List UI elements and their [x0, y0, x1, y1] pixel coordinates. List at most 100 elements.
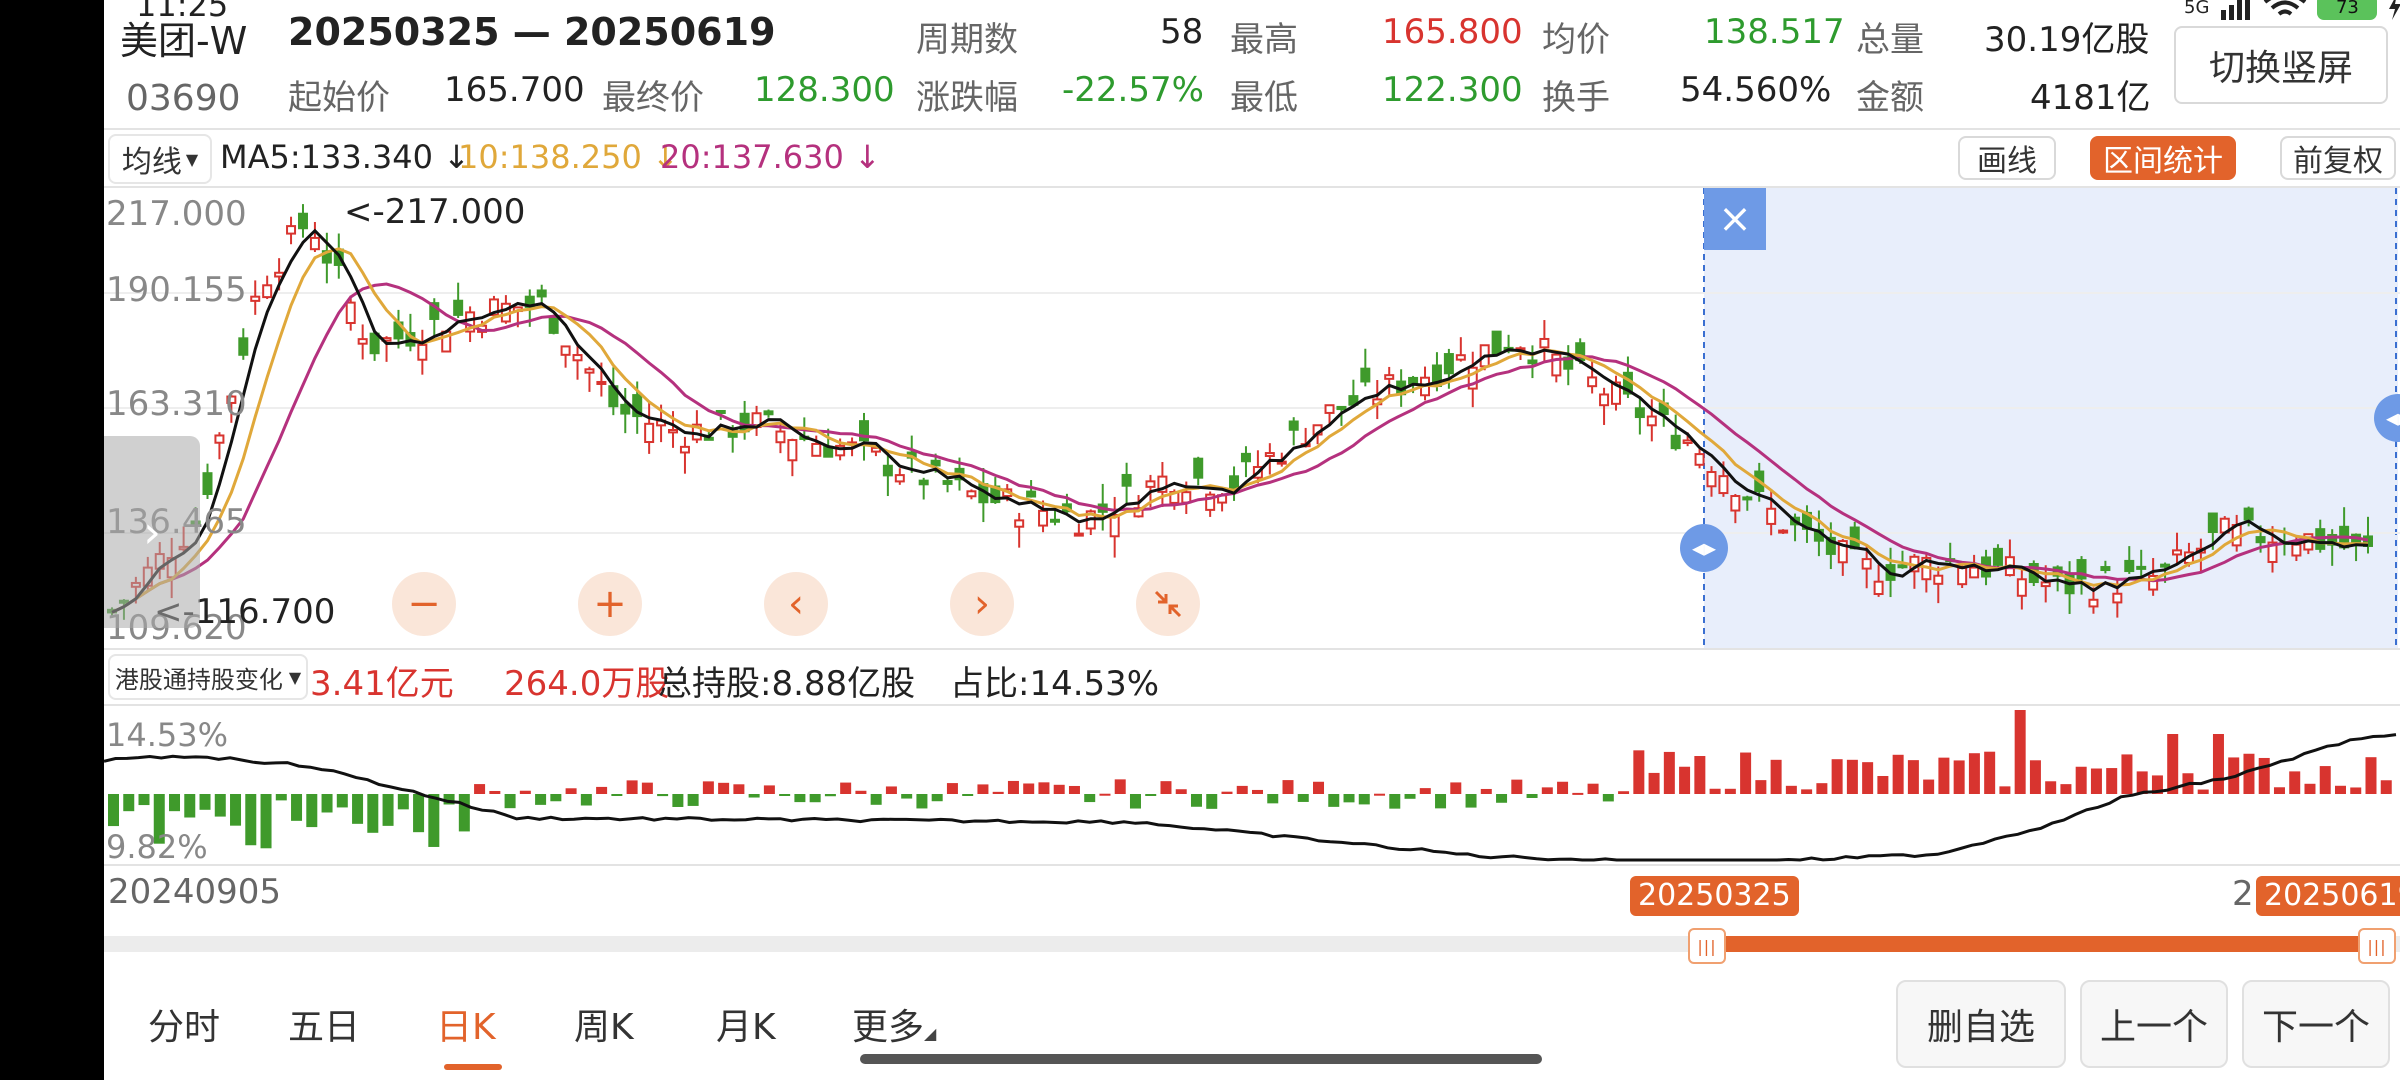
- holding-change-bar: [1511, 779, 1523, 794]
- candle-body: [297, 212, 308, 230]
- candle-body: [2016, 578, 2027, 597]
- tab-weekly-k[interactable]: 周K: [574, 998, 634, 1050]
- candle-body: [2088, 598, 2099, 608]
- tab-intraday[interactable]: 分时: [148, 998, 220, 1050]
- holding-change-bar: [1160, 781, 1172, 794]
- switch-portrait-button[interactable]: 切换竖屏: [2174, 26, 2388, 104]
- holding-change-bar: [1419, 788, 1431, 794]
- candle-body: [453, 299, 464, 316]
- zoom-in-button[interactable]: +: [578, 572, 642, 636]
- chevron-right-icon: ›: [974, 581, 990, 627]
- holding-change-bar: [169, 794, 181, 812]
- ma5-text: MA5:133.340: [220, 138, 433, 176]
- holding-change-bar: [2319, 766, 2331, 794]
- holding-change-bar: [1099, 793, 1111, 796]
- next-stock-button[interactable]: 下一个: [2242, 980, 2390, 1068]
- timeline-handle-right[interactable]: |||: [2358, 928, 2396, 964]
- candle-body: [572, 354, 583, 362]
- candle-body: [966, 490, 977, 498]
- shrink-button[interactable]: [1136, 572, 1200, 636]
- candle-body: [620, 403, 631, 415]
- hk-connect-selector[interactable]: 港股通持股变化 ▼: [108, 654, 308, 700]
- candle-body: [1014, 519, 1025, 528]
- high-label: 最高: [1230, 20, 1298, 60]
- candle-body: [775, 430, 786, 444]
- close-selection-button[interactable]: ×: [1704, 188, 1766, 250]
- hk-total: 总持股:8.88亿股: [658, 664, 916, 704]
- candle-body: [357, 338, 368, 345]
- tab-daily-k[interactable]: 日K: [436, 998, 496, 1050]
- candle-body: [1324, 404, 1335, 414]
- expand-side-panel[interactable]: ›: [104, 436, 200, 628]
- tab-more[interactable]: 更多◢: [852, 998, 936, 1050]
- end-price-value: 128.300: [754, 70, 895, 110]
- holding-change-bar: [2365, 757, 2377, 794]
- volume-label: 总量: [1856, 20, 1924, 60]
- candle-body: [1073, 532, 1084, 537]
- holding-change-bar: [1480, 788, 1492, 794]
- start-price-label: 起始价: [288, 78, 390, 118]
- holding-change-bar: [931, 794, 943, 802]
- status-icons: 5G 73: [2184, 0, 2400, 20]
- holding-change-bar: [230, 794, 242, 826]
- holding-change-bar: [2380, 780, 2392, 794]
- kline-chart[interactable]: 217.000 190.155 163.310 136.465 109.620 …: [104, 186, 2400, 650]
- grip-icon: |||: [2367, 936, 2387, 956]
- candle-body: [1145, 480, 1156, 488]
- candle-body: [1861, 558, 1872, 570]
- timeline-handle-left[interactable]: |||: [1688, 928, 1726, 964]
- holding-change-bar: [397, 794, 409, 810]
- candle-body: [369, 332, 380, 355]
- candle-body: [1969, 566, 1980, 579]
- previous-stock-button[interactable]: 上一个: [2080, 980, 2228, 1068]
- battery-level: 73: [2335, 0, 2359, 18]
- holding-change-bar: [382, 794, 394, 826]
- holding-change-bar: [596, 786, 608, 794]
- holding-change-bar: [1724, 788, 1736, 794]
- candle-body: [548, 315, 559, 334]
- candle-body: [1408, 376, 1419, 385]
- scroll-left-button[interactable]: ‹: [764, 572, 828, 636]
- holding-change-bar: [1465, 794, 1477, 808]
- candle-body: [811, 442, 822, 457]
- draw-line-button[interactable]: 画线: [1958, 136, 2056, 180]
- candle-body: [2160, 563, 2171, 568]
- kline-svg: [104, 188, 2400, 648]
- holding-change-bar: [1358, 794, 1370, 805]
- holding-change-bar: [458, 794, 470, 832]
- holding-change-bar: [1740, 752, 1752, 794]
- holding-change-bar: [1968, 753, 1980, 794]
- candle-body: [1957, 567, 1968, 586]
- scroll-right-button[interactable]: ›: [950, 572, 1014, 636]
- candle-body: [1551, 353, 1562, 377]
- hk-holdings-chart[interactable]: 14.53% 9.82%: [104, 704, 2400, 866]
- chevron-right-icon: ›: [143, 506, 161, 558]
- candle-body: [787, 439, 798, 462]
- candle-body: [1992, 547, 2003, 566]
- holding-change-bar: [718, 782, 730, 794]
- candle-body: [202, 472, 213, 495]
- holding-change-bar: [565, 788, 577, 794]
- ma20-value: 20:137.630 ↓: [660, 138, 881, 176]
- tab-monthly-k[interactable]: 月K: [716, 998, 776, 1050]
- holding-change-bar: [336, 794, 348, 808]
- holding-change-bar: [1297, 794, 1309, 802]
- candle-body: [894, 474, 905, 483]
- ma-selector[interactable]: 均线 ▼: [108, 134, 212, 184]
- delete-watchlist-button[interactable]: 删自选: [1896, 980, 2066, 1068]
- adjust-button[interactable]: 前复权: [2280, 136, 2396, 180]
- candle-body: [1742, 496, 1753, 501]
- holding-change-bar: [1053, 784, 1065, 794]
- candle-body: [1491, 330, 1502, 354]
- tab-five-day[interactable]: 五日: [288, 998, 360, 1050]
- dropdown-icon: ▼: [288, 667, 302, 687]
- volume-value: 30.19亿股: [1984, 20, 2150, 60]
- candle-body: [1539, 337, 1550, 349]
- holding-change-bar: [1374, 793, 1386, 796]
- interval-stats-button[interactable]: 区间统计: [2090, 136, 2236, 180]
- holding-change-bar: [519, 790, 531, 794]
- selection-handle-left[interactable]: ◂▸: [1680, 524, 1728, 572]
- wifi-icon: [2264, 0, 2307, 16]
- zoom-out-button[interactable]: −: [392, 572, 456, 636]
- ma10-text: 10:138.250: [458, 138, 642, 176]
